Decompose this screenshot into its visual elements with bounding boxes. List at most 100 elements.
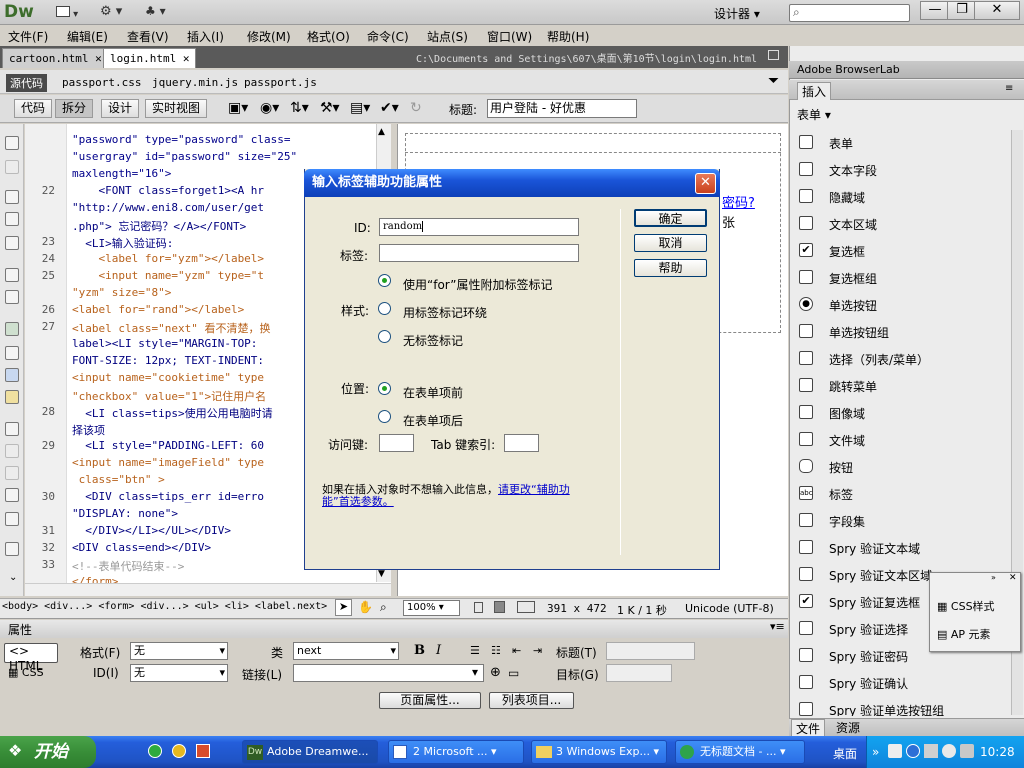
scroll-up-arrow-icon[interactable]: ▲ [378, 127, 385, 137]
mobile-size-icon[interactable] [474, 602, 483, 613]
dropdown-arrow-icon[interactable]: ▾ [472, 665, 478, 679]
layout-icon[interactable]: ▾ [56, 4, 78, 21]
style-radio-none[interactable] [378, 330, 391, 343]
task-browser[interactable]: 无标题文档 - ... ▾ [675, 740, 805, 764]
code-hscrollbar[interactable] [25, 583, 391, 596]
restore-doc-icon[interactable] [768, 50, 779, 60]
tray-icon[interactable] [906, 744, 920, 758]
bold-button[interactable]: B [414, 643, 425, 658]
more-tools-icon[interactable]: ⌄ [9, 572, 17, 583]
browserlab-header[interactable]: Adobe BrowserLab [789, 61, 1024, 79]
word-wrap-icon[interactable] [5, 368, 19, 382]
tray-icon[interactable] [888, 744, 902, 758]
code-view-button[interactable]: 代码 [14, 99, 53, 118]
insert-item-checkbox-group[interactable]: 复选框组 [797, 265, 1011, 292]
insert-item-select[interactable]: 选择（列表/菜单） [797, 346, 1011, 373]
minimize-button[interactable]: — [920, 1, 950, 20]
apply-comment-icon[interactable] [5, 422, 19, 436]
list-item-button[interactable]: 列表项目... [489, 692, 574, 709]
insert-item-radio-group[interactable]: 单选按钮组 [797, 319, 1011, 346]
recent-snippets-icon[interactable] [5, 488, 19, 502]
hand-tool-icon[interactable]: ✋ [358, 600, 373, 614]
ok-button[interactable]: 确定 [634, 209, 707, 227]
related-file[interactable]: passport.js [244, 76, 317, 89]
insert-item-textarea[interactable]: 文本区域 [797, 211, 1011, 238]
menu-modify[interactable]: 修改(M) [247, 28, 291, 45]
close-panel-icon[interactable]: ✕ [1009, 573, 1017, 583]
tab-login[interactable]: login.html ✕ [103, 48, 197, 68]
point-to-file-icon[interactable]: ⊕ [490, 665, 501, 680]
quicklaunch-icon[interactable] [172, 744, 186, 758]
related-file[interactable]: jquery.min.js [152, 76, 238, 89]
volume-icon[interactable] [960, 744, 974, 758]
insert-item-checkbox[interactable]: ✔ 复选框 [797, 238, 1011, 265]
design-view-button[interactable]: 设计 [101, 99, 140, 118]
zoom-tool-icon[interactable]: ⌕ [380, 600, 387, 615]
quicklaunch-icon[interactable] [196, 744, 210, 758]
position-radio-before[interactable] [378, 382, 391, 395]
collapse-selection-icon[interactable] [5, 212, 19, 226]
italic-button[interactable]: I [436, 643, 441, 658]
unordered-list-icon[interactable]: ☰ [470, 644, 480, 657]
menu-format[interactable]: 格式(O) [307, 28, 350, 45]
link-input[interactable] [293, 664, 484, 682]
extend-icon[interactable]: ♣ ▾ [145, 4, 166, 21]
refresh-icon[interactable]: ↻ [410, 100, 422, 116]
insert-item-jump-menu[interactable]: 跳转菜单 [797, 373, 1011, 400]
tag-selector[interactable]: <body> <div...> <form> <div...> <ul> <li… [2, 601, 327, 612]
style-radio-wrap[interactable] [378, 302, 391, 315]
tab-close-icon[interactable]: ✕ [183, 52, 190, 65]
insert-item-spry-radio-group[interactable]: Spry 验证单选按钮组 [797, 697, 1011, 716]
style-radio-for[interactable] [378, 274, 391, 287]
tablet-size-icon[interactable] [494, 601, 505, 613]
desktop-toolbar[interactable]: 桌面 [833, 745, 857, 762]
show-code-navigator-icon[interactable] [5, 160, 19, 174]
tab-close-icon[interactable]: ✕ [95, 52, 102, 65]
menu-site[interactable]: 站点(S) [427, 28, 468, 45]
filter-icon[interactable]: ⏷ [768, 73, 779, 89]
insert-item-fieldset[interactable]: 字段集 [797, 508, 1011, 535]
id-select[interactable]: 无 ▾ [130, 664, 228, 682]
expand-all-icon[interactable] [5, 236, 19, 250]
tray-expand-icon[interactable]: » [872, 745, 879, 759]
page-properties-button[interactable]: 页面属性... [379, 692, 481, 709]
file-manage-icon[interactable]: ⇅▾ [290, 100, 309, 116]
scroll-down-arrow-icon[interactable]: ▼ [378, 569, 385, 579]
dialog-close-button[interactable]: ✕ [695, 173, 716, 194]
insert-item-hidden-field[interactable]: 隐藏域 [797, 184, 1011, 211]
insert-item-spry-textfield[interactable]: Spry 验证文本域 [797, 535, 1011, 562]
menu-file[interactable]: 文件(F) [8, 28, 48, 45]
tray-icon[interactable] [942, 744, 956, 758]
target-select[interactable] [606, 664, 672, 682]
insert-item-label[interactable]: abc 标签 [797, 481, 1011, 508]
quicklaunch-icon[interactable] [148, 744, 162, 758]
collapse-tag-icon[interactable] [5, 190, 19, 204]
outdent-icon[interactable]: ⇤ [512, 644, 521, 657]
related-file[interactable]: passport.css [62, 76, 141, 89]
preview-icon[interactable]: ◉▾ [260, 100, 279, 116]
wrap-tag-icon[interactable] [5, 466, 19, 480]
move-css-icon[interactable] [5, 512, 19, 526]
multiscreen-icon[interactable]: ▣▾ [228, 100, 248, 116]
source-code-tab[interactable]: 源代码 [6, 74, 47, 92]
window-size[interactable]: 391 x 472 [547, 602, 607, 615]
panel-menu-icon[interactable]: ▾≡ [770, 620, 785, 633]
select-parent-tag-icon[interactable] [5, 268, 19, 282]
pointer-tool-icon[interactable]: ➤ [335, 599, 352, 616]
browse-folder-icon[interactable]: ▭ [508, 666, 519, 680]
validate-icon[interactable]: ✔▾ [380, 100, 399, 116]
insert-item-spry-confirm[interactable]: Spry 验证确认 [797, 670, 1011, 697]
zoom-select[interactable]: 100% ▾ [403, 600, 460, 616]
menu-edit[interactable]: 编辑(E) [67, 28, 108, 45]
menu-view[interactable]: 查看(V) [127, 28, 169, 45]
page-title-input[interactable]: 用户登陆 - 好优惠 [487, 99, 637, 118]
highlight-invalid-icon[interactable] [5, 346, 19, 360]
title-attr-input[interactable] [606, 642, 695, 660]
insert-item-text-field[interactable]: 文本字段 [797, 157, 1011, 184]
ordered-list-icon[interactable]: ☷ [491, 644, 501, 657]
html-properties-button[interactable]: <> HTML [4, 643, 58, 673]
class-select[interactable]: next ▾ [293, 642, 399, 660]
panel-menu-icon[interactable]: ≡ [1005, 83, 1013, 94]
search-input[interactable]: ⌕ [789, 4, 910, 22]
desktop-size-icon[interactable] [517, 601, 535, 613]
